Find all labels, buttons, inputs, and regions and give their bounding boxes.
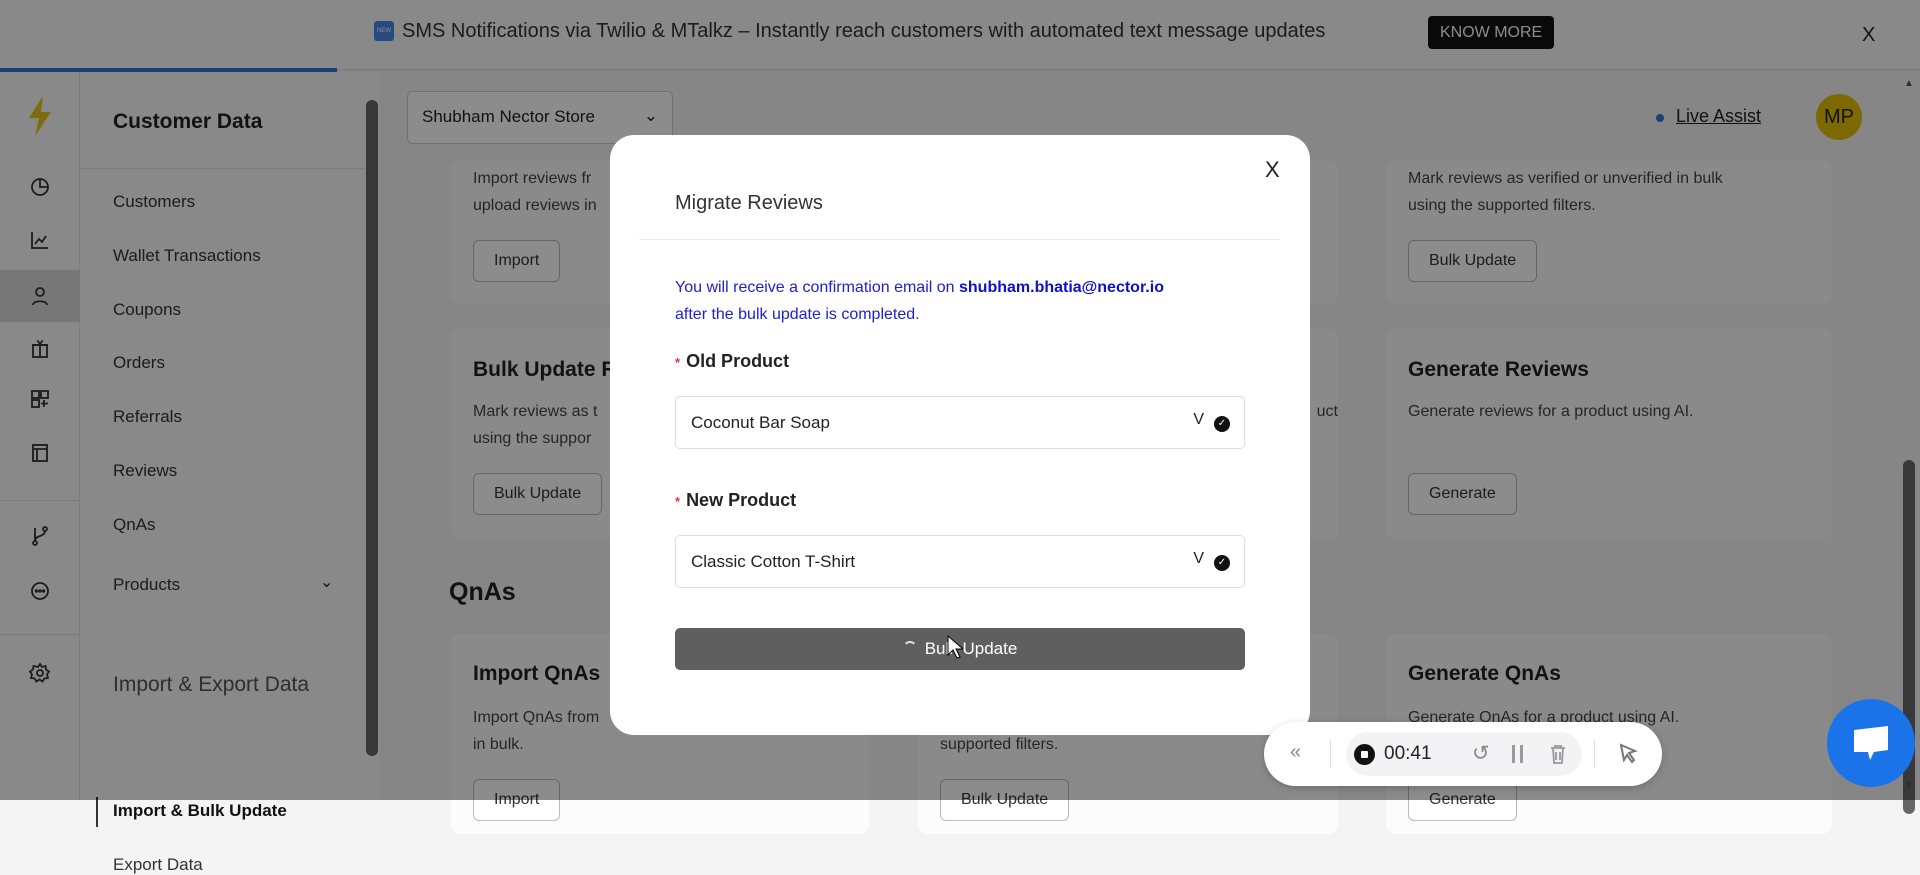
confirmation-info: You will receive a confirmation email on…: [675, 274, 1164, 328]
new-product-label: * New Product: [675, 490, 796, 511]
divider: [1330, 740, 1331, 768]
selected-value: Classic Cotton T-Shirt: [691, 552, 856, 571]
selected-value: Coconut Bar Soap: [691, 413, 830, 432]
pointer-icon[interactable]: [1618, 742, 1638, 769]
trash-icon[interactable]: [1550, 744, 1566, 769]
label-text: New Product: [686, 490, 797, 510]
required-mark: *: [675, 493, 681, 509]
email-text: shubham.bhatia@nector.io: [959, 279, 1164, 296]
mouse-cursor-icon: [947, 634, 965, 664]
stop-icon[interactable]: [1354, 744, 1375, 765]
loading-spinner-icon: [902, 641, 917, 655]
required-mark: *: [675, 354, 681, 370]
chevron-down-icon: V: [1193, 550, 1204, 567]
sidebar-item-export-data[interactable]: Export Data: [113, 855, 203, 875]
sidebar-item-import-bulk-update[interactable]: Import & Bulk Update: [113, 801, 287, 821]
recorder-controls: 00:41 ↺: [1346, 732, 1582, 776]
new-product-select[interactable]: Classic Cotton T-Shirt V ✓: [675, 535, 1245, 588]
chevron-down-icon: V: [1193, 411, 1204, 428]
old-product-select[interactable]: Coconut Bar Soap V ✓: [675, 396, 1245, 449]
chat-bubble-icon: [1854, 726, 1888, 760]
pause-icon[interactable]: [1512, 745, 1523, 763]
migrate-reviews-modal: Migrate Reviews X You will receive a con…: [610, 135, 1310, 735]
check-circle-icon: ✓: [1214, 555, 1230, 571]
restart-icon[interactable]: ↺: [1472, 741, 1490, 766]
label-text: Old Product: [686, 351, 790, 371]
old-product-label: * Old Product: [675, 351, 789, 372]
info-text: after the bulk update is completed.: [675, 306, 920, 323]
active-item-indicator: [96, 797, 98, 827]
screen-recorder-bar: « 00:41 ↺: [1264, 722, 1662, 786]
button-label: Bulk Update: [924, 639, 1018, 658]
info-text: You will receive a confirmation email on: [675, 279, 959, 296]
divider: [1594, 740, 1595, 768]
chat-support-button[interactable]: [1827, 699, 1915, 787]
modal-close-button[interactable]: X: [1265, 157, 1280, 183]
check-circle-icon: ✓: [1214, 416, 1230, 432]
recording-timer: 00:41: [1384, 743, 1432, 764]
collapse-icon[interactable]: «: [1290, 741, 1301, 764]
modal-title: Migrate Reviews: [675, 192, 823, 214]
modal-divider: [639, 239, 1280, 240]
